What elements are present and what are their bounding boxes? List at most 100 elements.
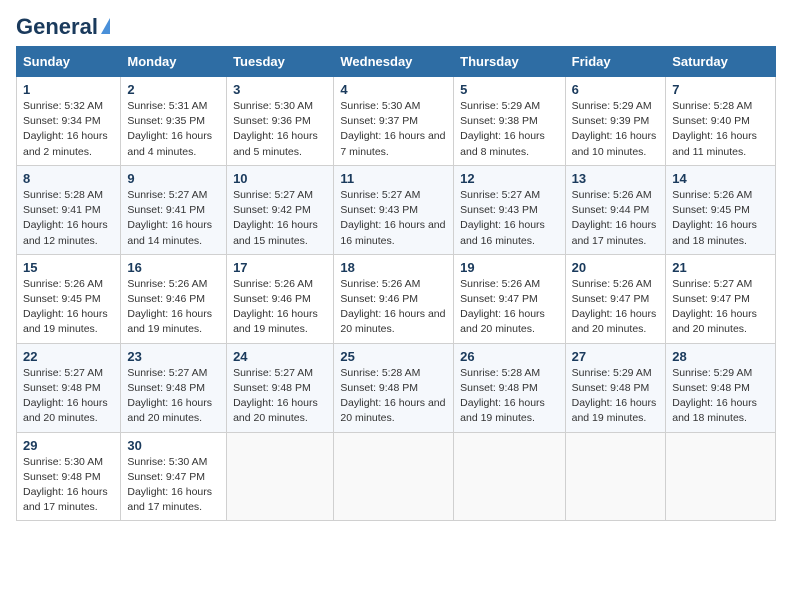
calendar-week: 15 Sunrise: 5:26 AMSunset: 9:45 PMDayligh… [17,254,776,343]
calendar-cell: 8 Sunrise: 5:28 AMSunset: 9:41 PMDaylight… [17,165,121,254]
day-info: Sunrise: 5:32 AMSunset: 9:34 PMDaylight:… [23,99,114,160]
day-header-thursday: Thursday [454,47,565,77]
day-info: Sunrise: 5:28 AMSunset: 9:48 PMDaylight:… [460,366,558,427]
calendar-cell: 23 Sunrise: 5:27 AMSunset: 9:48 PMDayligh… [121,343,227,432]
day-header-wednesday: Wednesday [334,47,454,77]
day-number: 5 [460,82,558,97]
day-info: Sunrise: 5:26 AMSunset: 9:46 PMDaylight:… [233,277,327,338]
calendar-cell: 27 Sunrise: 5:29 AMSunset: 9:48 PMDayligh… [565,343,666,432]
day-info: Sunrise: 5:30 AMSunset: 9:37 PMDaylight:… [340,99,447,160]
calendar-cell: 10 Sunrise: 5:27 AMSunset: 9:42 PMDayligh… [227,165,334,254]
calendar-cell: 21 Sunrise: 5:27 AMSunset: 9:47 PMDayligh… [666,254,776,343]
day-header-friday: Friday [565,47,666,77]
day-number: 28 [672,349,769,364]
day-number: 12 [460,171,558,186]
day-number: 21 [672,260,769,275]
calendar-cell [565,432,666,521]
logo: General [16,16,110,34]
day-number: 24 [233,349,327,364]
day-number: 23 [127,349,220,364]
day-info: Sunrise: 5:29 AMSunset: 9:48 PMDaylight:… [572,366,660,427]
day-info: Sunrise: 5:27 AMSunset: 9:47 PMDaylight:… [672,277,769,338]
calendar-cell: 24 Sunrise: 5:27 AMSunset: 9:48 PMDayligh… [227,343,334,432]
day-number: 20 [572,260,660,275]
calendar-week: 8 Sunrise: 5:28 AMSunset: 9:41 PMDaylight… [17,165,776,254]
day-info: Sunrise: 5:28 AMSunset: 9:48 PMDaylight:… [340,366,447,427]
day-info: Sunrise: 5:30 AMSunset: 9:48 PMDaylight:… [23,455,114,516]
day-number: 26 [460,349,558,364]
calendar-cell: 4 Sunrise: 5:30 AMSunset: 9:37 PMDaylight… [334,77,454,166]
day-info: Sunrise: 5:26 AMSunset: 9:45 PMDaylight:… [23,277,114,338]
day-info: Sunrise: 5:27 AMSunset: 9:43 PMDaylight:… [460,188,558,249]
calendar-cell: 12 Sunrise: 5:27 AMSunset: 9:43 PMDayligh… [454,165,565,254]
day-number: 27 [572,349,660,364]
day-number: 10 [233,171,327,186]
day-info: Sunrise: 5:28 AMSunset: 9:40 PMDaylight:… [672,99,769,160]
day-info: Sunrise: 5:26 AMSunset: 9:45 PMDaylight:… [672,188,769,249]
calendar-cell: 3 Sunrise: 5:30 AMSunset: 9:36 PMDaylight… [227,77,334,166]
day-number: 18 [340,260,447,275]
calendar-cell: 1 Sunrise: 5:32 AMSunset: 9:34 PMDaylight… [17,77,121,166]
day-info: Sunrise: 5:31 AMSunset: 9:35 PMDaylight:… [127,99,220,160]
calendar-cell: 14 Sunrise: 5:26 AMSunset: 9:45 PMDayligh… [666,165,776,254]
calendar-cell [666,432,776,521]
day-number: 13 [572,171,660,186]
day-number: 4 [340,82,447,97]
calendar-cell: 16Sunrise: 5:26 AMSunset: 9:46 PMDayligh… [121,254,227,343]
day-info: Sunrise: 5:28 AMSunset: 9:41 PMDaylight:… [23,188,114,249]
calendar-cell: 28 Sunrise: 5:29 AMSunset: 9:48 PMDayligh… [666,343,776,432]
day-info: Sunrise: 5:29 AMSunset: 9:39 PMDaylight:… [572,99,660,160]
day-info: Sunrise: 5:26 AMSunset: 9:47 PMDaylight:… [572,277,660,338]
day-number: 7 [672,82,769,97]
calendar-cell: 7 Sunrise: 5:28 AMSunset: 9:40 PMDaylight… [666,77,776,166]
calendar-cell [227,432,334,521]
day-number: 30 [127,438,220,453]
day-info: Sunrise: 5:26 AMSunset: 9:46 PMDaylight:… [127,277,220,338]
day-number: 15 [23,260,114,275]
calendar-cell: 17 Sunrise: 5:26 AMSunset: 9:46 PMDayligh… [227,254,334,343]
day-number: 8 [23,171,114,186]
day-number: 22 [23,349,114,364]
day-number: 29 [23,438,114,453]
calendar-cell: 29 Sunrise: 5:30 AMSunset: 9:48 PMDayligh… [17,432,121,521]
calendar-cell: 18Sunrise: 5:26 AMSunset: 9:46 PMDayligh… [334,254,454,343]
logo-icon [101,18,110,34]
day-info: Sunrise: 5:27 AMSunset: 9:48 PMDaylight:… [233,366,327,427]
day-info: Sunrise: 5:26 AMSunset: 9:44 PMDaylight:… [572,188,660,249]
calendar-cell: 2Sunrise: 5:31 AMSunset: 9:35 PMDaylight… [121,77,227,166]
calendar-cell: 5 Sunrise: 5:29 AMSunset: 9:38 PMDaylight… [454,77,565,166]
day-info: Sunrise: 5:29 AMSunset: 9:38 PMDaylight:… [460,99,558,160]
day-number: 14 [672,171,769,186]
calendar-table: SundayMondayTuesdayWednesdayThursdayFrid… [16,46,776,521]
day-header-saturday: Saturday [666,47,776,77]
page-header: General [16,16,776,34]
day-number: 17 [233,260,327,275]
calendar-week: 29 Sunrise: 5:30 AMSunset: 9:48 PMDayligh… [17,432,776,521]
day-number: 19 [460,260,558,275]
calendar-cell: 11Sunrise: 5:27 AMSunset: 9:43 PMDayligh… [334,165,454,254]
calendar-cell: 26 Sunrise: 5:28 AMSunset: 9:48 PMDayligh… [454,343,565,432]
day-info: Sunrise: 5:27 AMSunset: 9:42 PMDaylight:… [233,188,327,249]
calendar-cell: 15 Sunrise: 5:26 AMSunset: 9:45 PMDayligh… [17,254,121,343]
day-number: 11 [340,171,447,186]
calendar-cell: 19Sunrise: 5:26 AMSunset: 9:47 PMDayligh… [454,254,565,343]
day-header-sunday: Sunday [17,47,121,77]
day-info: Sunrise: 5:29 AMSunset: 9:48 PMDaylight:… [672,366,769,427]
day-info: Sunrise: 5:27 AMSunset: 9:48 PMDaylight:… [23,366,114,427]
calendar-cell: 22 Sunrise: 5:27 AMSunset: 9:48 PMDayligh… [17,343,121,432]
day-number: 3 [233,82,327,97]
calendar-cell: 20 Sunrise: 5:26 AMSunset: 9:47 PMDayligh… [565,254,666,343]
day-number: 6 [572,82,660,97]
calendar-cell: 13 Sunrise: 5:26 AMSunset: 9:44 PMDayligh… [565,165,666,254]
logo-general: General [16,16,98,38]
day-info: Sunrise: 5:30 AMSunset: 9:47 PMDaylight:… [127,455,220,516]
calendar-cell [334,432,454,521]
calendar-week: 1 Sunrise: 5:32 AMSunset: 9:34 PMDaylight… [17,77,776,166]
day-info: Sunrise: 5:27 AMSunset: 9:48 PMDaylight:… [127,366,220,427]
calendar-cell: 9Sunrise: 5:27 AMSunset: 9:41 PMDaylight… [121,165,227,254]
day-number: 9 [127,171,220,186]
calendar-week: 22 Sunrise: 5:27 AMSunset: 9:48 PMDayligh… [17,343,776,432]
day-info: Sunrise: 5:30 AMSunset: 9:36 PMDaylight:… [233,99,327,160]
day-header-monday: Monday [121,47,227,77]
day-number: 1 [23,82,114,97]
